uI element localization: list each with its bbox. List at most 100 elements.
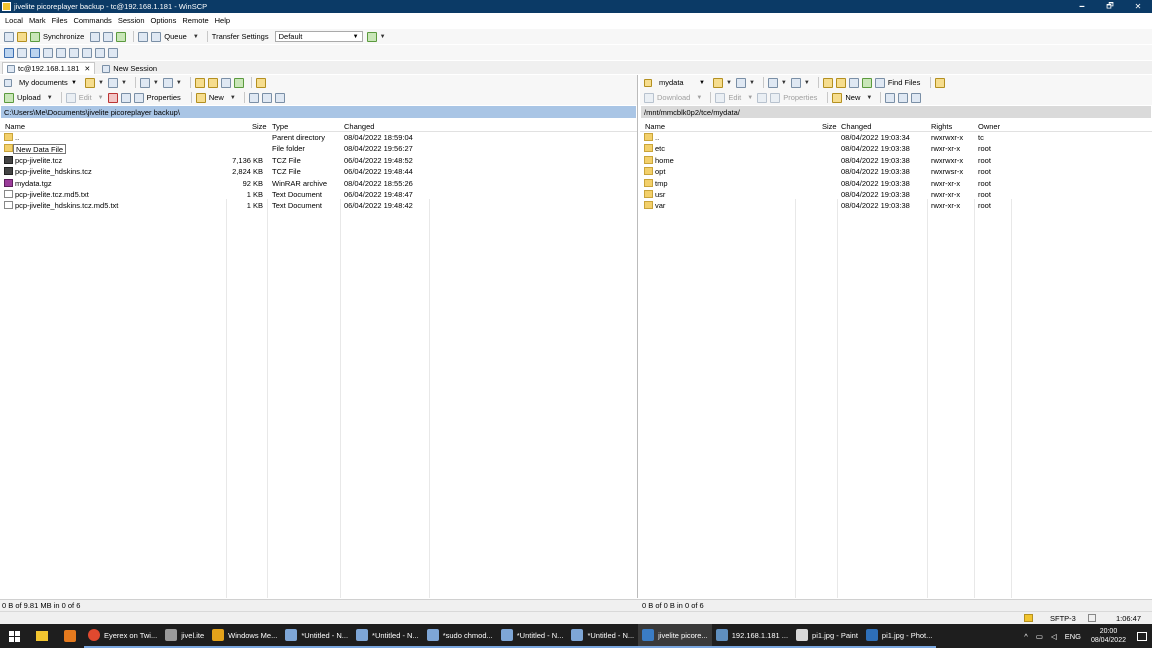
clock[interactable]: 20:00 08/04/2022 xyxy=(1091,627,1126,645)
taskbar-item-paint[interactable]: pi1.jpg - Paint xyxy=(792,624,862,648)
queue-button[interactable]: Queue xyxy=(164,32,187,41)
rss-taskbar[interactable] xyxy=(56,624,84,648)
unselect-icon[interactable] xyxy=(898,92,909,103)
queue-icon[interactable] xyxy=(151,31,162,42)
open-folder-dropdown-icon[interactable]: ▼ xyxy=(98,80,104,86)
open-folder-dropdown-icon[interactable]: ▼ xyxy=(726,80,732,86)
putty-icon[interactable] xyxy=(103,31,114,42)
table-row[interactable]: etc 08/04/2022 19:03:38 rwxr-xr-x root xyxy=(640,143,1152,154)
synchronize-icon[interactable] xyxy=(30,31,40,42)
synchronize-button[interactable]: Synchronize xyxy=(43,32,84,41)
table-row[interactable]: tmp 08/04/2022 19:03:38 rwxr-xr-x root xyxy=(640,178,1152,189)
new-button[interactable]: New xyxy=(209,93,224,102)
taskbar-item-putty[interactable]: 192.168.1.181 ... xyxy=(711,624,793,648)
notifications-button[interactable] xyxy=(1132,624,1152,648)
taskbar-item-notepad-1[interactable]: *Untitled - N... xyxy=(281,624,353,648)
refresh-icon[interactable] xyxy=(861,77,872,88)
table-row[interactable]: pcp-jivelite.tcz.md5.txt 1 KB Text Docum… xyxy=(0,189,637,200)
taskbar-item-notepad-4[interactable]: *Untitled - N... xyxy=(496,624,568,648)
remote-path-bar[interactable]: /mnt/mmcblk0p2/tce/mydata/ xyxy=(641,106,1151,118)
table-row[interactable]: pcp-jivelite_hdskins.tcz.md5.txt 1 KB Te… xyxy=(0,200,637,211)
preview-icon[interactable] xyxy=(43,47,53,58)
col-changed-header[interactable]: Changed xyxy=(841,122,871,131)
forward-arrow-icon[interactable] xyxy=(162,77,173,88)
properties-button[interactable]: Properties xyxy=(783,93,817,102)
tab-session[interactable]: tc@192.168.1.181 ✕ xyxy=(2,62,96,74)
list-icon[interactable] xyxy=(69,47,79,58)
menu-options[interactable]: Options xyxy=(151,16,177,25)
col-rights-header[interactable]: Rights xyxy=(931,122,952,131)
col-size-header[interactable]: Size xyxy=(822,122,837,131)
table-row[interactable]: .. Parent directory 08/04/2022 18:59:04 xyxy=(0,132,637,143)
transfer-options-icon[interactable] xyxy=(366,31,377,42)
root-directory-icon[interactable] xyxy=(207,77,218,88)
home-icon[interactable] xyxy=(220,77,231,88)
filter-icon[interactable] xyxy=(735,77,746,88)
col-type-header[interactable]: Type xyxy=(272,122,288,131)
table-row[interactable]: pcp-jivelite_hdskins.tcz 2,824 KB TCZ Fi… xyxy=(0,166,637,177)
back-arrow-icon[interactable] xyxy=(767,77,778,88)
remote-location-select[interactable]: mydata ▼ xyxy=(655,77,709,88)
transfer-options-dropdown-icon[interactable]: ▼ xyxy=(380,34,386,40)
edit-dropdown-icon[interactable]: ▼ xyxy=(747,95,753,101)
edit-button[interactable]: Edit xyxy=(79,93,92,102)
hidden-files-icon[interactable] xyxy=(56,47,66,58)
menu-session[interactable]: Session xyxy=(118,16,145,25)
tree-icon[interactable] xyxy=(108,47,118,58)
open-folder-icon[interactable] xyxy=(85,77,95,88)
table-row[interactable]: opt 08/04/2022 19:03:38 rwxrwsr-x root xyxy=(640,166,1152,177)
back-dropdown-icon[interactable]: ▼ xyxy=(153,80,159,86)
new-dropdown-icon[interactable]: ▼ xyxy=(866,95,872,101)
home-icon[interactable] xyxy=(848,77,859,88)
view-mode-icon[interactable] xyxy=(4,47,14,58)
compare-icon[interactable] xyxy=(116,31,127,42)
table-row[interactable]: pcp-jivelite.tcz 7,136 KB TCZ File 06/04… xyxy=(0,155,637,166)
upload-button[interactable]: Upload xyxy=(17,93,41,102)
table-row[interactable]: var 08/04/2022 19:03:38 rwxr-xr-x root xyxy=(640,200,1152,211)
menu-files[interactable]: Files xyxy=(52,16,68,25)
sort-icon[interactable] xyxy=(17,47,27,58)
terminal-icon[interactable] xyxy=(90,31,101,42)
filter-select-icon[interactable] xyxy=(274,92,285,103)
queue-dropdown-icon[interactable]: ▼ xyxy=(193,34,199,40)
parent-directory-icon[interactable] xyxy=(194,77,205,88)
find-files-button[interactable]: Find Files xyxy=(888,78,921,87)
language-indicator[interactable]: ENG xyxy=(1065,632,1081,641)
menu-mark[interactable]: Mark xyxy=(29,16,46,25)
new-tab-icon[interactable] xyxy=(4,31,14,42)
open-directory-icon[interactable] xyxy=(17,31,27,42)
menu-commands[interactable]: Commands xyxy=(73,16,111,25)
rename-icon[interactable] xyxy=(120,92,131,103)
transfer-settings-select[interactable]: Default ▼ xyxy=(274,31,363,42)
taskbar-item-jivelite[interactable]: jivel.ite xyxy=(161,624,209,648)
back-dropdown-icon[interactable]: ▼ xyxy=(781,80,787,86)
tab-new-session[interactable]: New Session xyxy=(97,62,163,74)
new-button[interactable]: New xyxy=(845,93,860,102)
menu-local[interactable]: Local xyxy=(5,16,23,25)
menu-remote[interactable]: Remote xyxy=(182,16,208,25)
edit-button[interactable]: Edit xyxy=(728,93,741,102)
start-button[interactable] xyxy=(0,624,28,648)
taskbar-item-media[interactable]: Windows Me... xyxy=(208,624,282,648)
forward-dropdown-icon[interactable]: ▼ xyxy=(176,80,182,86)
table-row[interactable]: usr 08/04/2022 19:03:38 rwxr-xr-x root xyxy=(640,189,1152,200)
table-row[interactable]: New Data File File folder 08/04/2022 19:… xyxy=(0,143,637,155)
filter-dropdown-icon[interactable]: ▼ xyxy=(121,80,127,86)
col-name-header[interactable]: Name xyxy=(5,122,25,131)
file-explorer-taskbar[interactable] xyxy=(28,624,56,648)
edit-dropdown-icon[interactable]: ▼ xyxy=(98,95,104,101)
find-icon[interactable] xyxy=(255,77,266,88)
chevron-up-icon[interactable]: ^ xyxy=(1024,632,1028,641)
delete-icon[interactable] xyxy=(107,92,118,103)
table-row[interactable]: home 08/04/2022 19:03:38 rwxrwxr-x root xyxy=(640,155,1152,166)
table-row[interactable]: mydata.tgz 92 KB WinRAR archive 08/04/20… xyxy=(0,178,637,189)
close-button[interactable]: ✕ xyxy=(1124,0,1152,13)
back-arrow-icon[interactable] xyxy=(139,77,150,88)
col-changed-header[interactable]: Changed xyxy=(344,122,374,131)
forward-dropdown-icon[interactable]: ▼ xyxy=(804,80,810,86)
root-directory-icon[interactable] xyxy=(835,77,846,88)
volume-icon[interactable]: ◁ xyxy=(1051,632,1057,641)
taskbar-item-chrome[interactable]: Eyerex on Twi... xyxy=(84,624,162,648)
taskbar-item-notepad-2[interactable]: *Untitled - N... xyxy=(352,624,423,648)
columns-icon[interactable] xyxy=(30,47,40,58)
